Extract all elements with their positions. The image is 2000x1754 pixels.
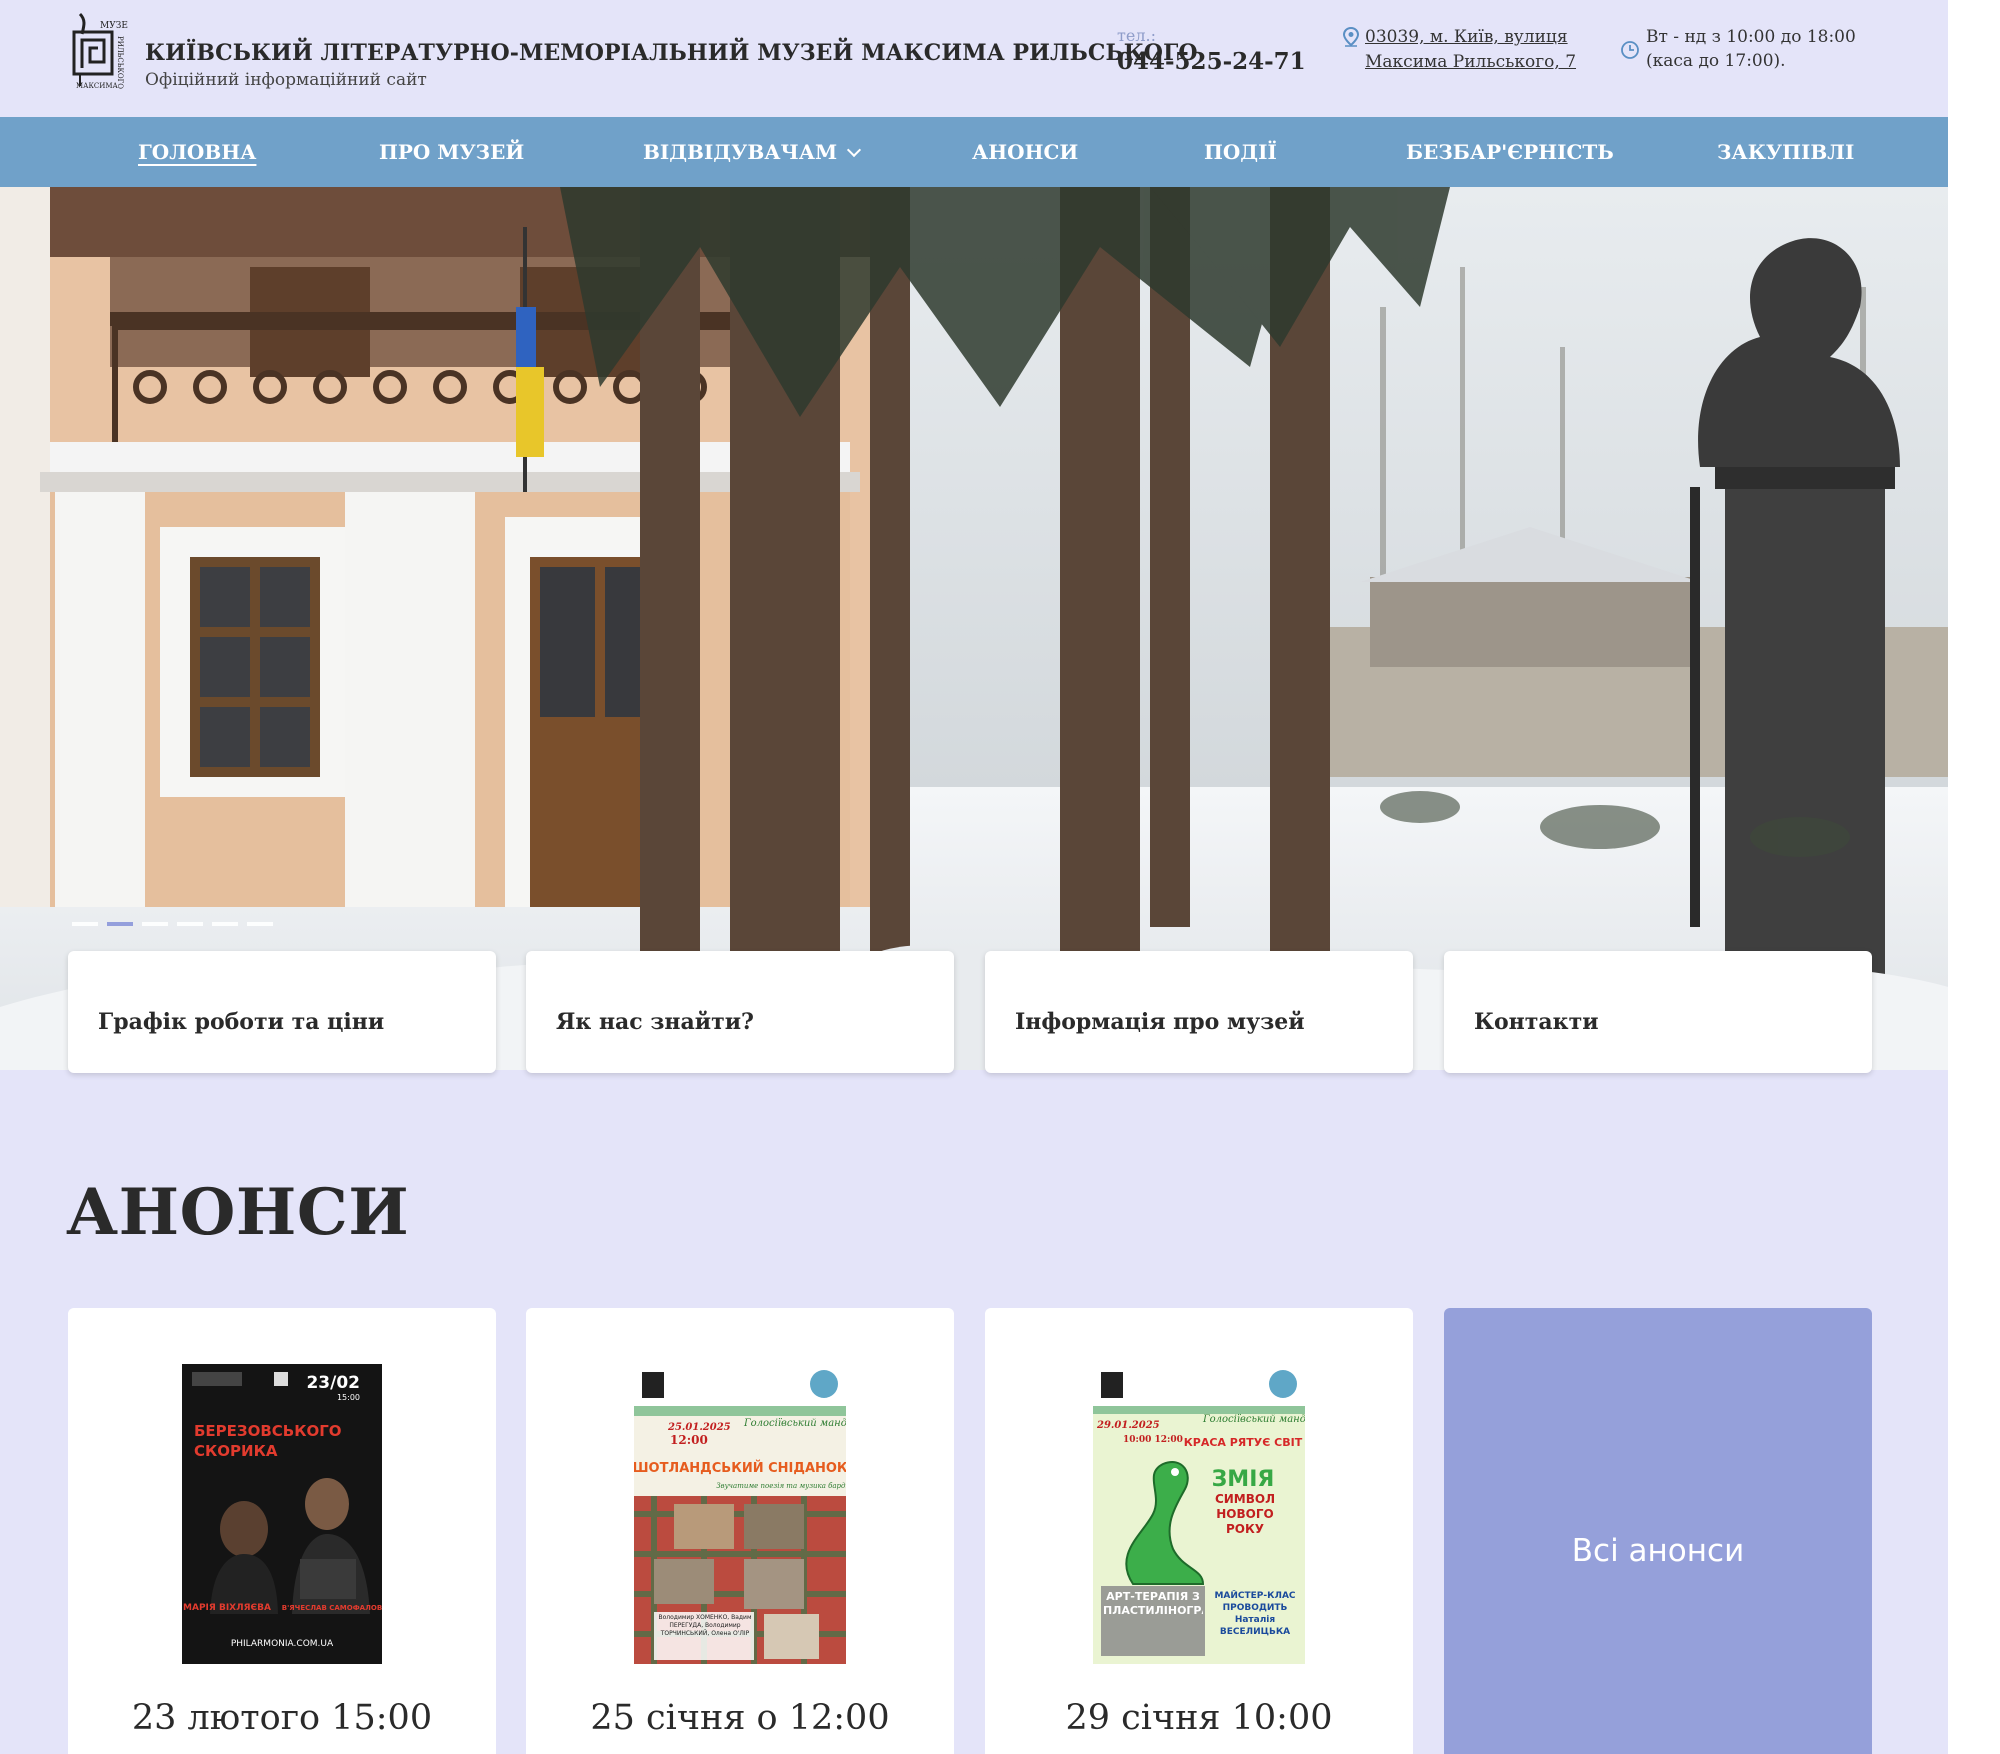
map-pin-icon <box>1342 27 1360 47</box>
poster1-person2: В'ЯЧЕСЛАВ САМОФАЛОВ <box>282 1604 382 1612</box>
site-subtitle: Офіційний інформаційний сайт <box>145 70 427 90</box>
poster2-sub: Звучатиме поезія та музика бардів <box>716 1482 846 1490</box>
svg-text:МАКСИМА: МАКСИМА <box>76 82 119 90</box>
opening-hours: Вт - нд з 10:00 до 18:00 (каса до 17:00)… <box>1646 25 1856 73</box>
quicklink-schedule-label: Графік роботи та ціни <box>98 1009 385 1035</box>
nav-item-visitors[interactable]: ВІДВІДУВАЧАМ <box>643 117 862 187</box>
quicklink-museum-info-label: Інформація про музей <box>1015 1009 1305 1035</box>
nav-item-accessibility[interactable]: БЕЗБАР'ЄРНІСТЬ <box>1406 117 1614 187</box>
announcement-poster-1: 23/02 15:00 БЕРЕЗОВСЬКОГО СКОРИКА МАРІЯ … <box>182 1364 382 1664</box>
event-poster-image: 25.01.2025 12:00 Голосіївський мандат ШО… <box>634 1364 846 1664</box>
hours-line-1: Вт - нд з 10:00 до 18:00 <box>1646 27 1856 47</box>
slider-dot-3[interactable] <box>142 922 168 926</box>
announcement-card-2[interactable]: 25.01.2025 12:00 Голосіївський мандат ШО… <box>526 1308 954 1754</box>
nav-item-home[interactable]: ГОЛОВНА <box>138 117 256 187</box>
page: МУЗЕЙ МАКСИМА РИЛЬСЬКОГО КИЇВСЬКИЙ ЛІТЕР… <box>0 0 1948 1754</box>
poster3-line4: АРТ-ТЕРАПІЯ З ПЛАСТИЛІНОГРАФІЇ <box>1103 1590 1203 1617</box>
poster2-names: Володимир ХОМЕНКО, Вадим ПЕРЕГУДА, Волод… <box>658 1614 752 1637</box>
poster3-header: Голосіївський мандат <box>1202 1414 1305 1425</box>
poster3-time: 10:00 12:00 <box>1123 1435 1183 1445</box>
svg-text:МУЗЕЙ: МУЗЕЙ <box>100 19 128 31</box>
poster1-name2: СКОРИКА <box>194 1442 278 1460</box>
slider-dot-1[interactable] <box>72 922 98 926</box>
announcement-date-3: 29 січня 10:00 <box>1065 1698 1333 1738</box>
quicklink-contacts-label: Контакти <box>1474 1009 1599 1035</box>
slider-dot-6[interactable] <box>247 922 273 926</box>
museum-logo[interactable]: МУЗЕЙ МАКСИМА РИЛЬСЬКОГО <box>72 12 136 90</box>
quicklink-contacts[interactable]: Контакти <box>1444 951 1872 1073</box>
poster3-line5: МАЙСТЕР-КЛАС ПРОВОДИТЬ Наталія ВЕСЕЛИЦЬК… <box>1214 1591 1296 1637</box>
phone-number[interactable]: 044-525-24-71 <box>1117 48 1306 75</box>
poster3-date: 29.01.2025 <box>1096 1420 1160 1431</box>
poster2-header: Голосіївський мандат <box>743 1418 846 1429</box>
nav-item-visitors-label: ВІДВІДУВАЧАМ <box>643 140 838 164</box>
announcements-title: АНОНСИ <box>66 1175 410 1250</box>
quicklink-directions[interactable]: Як нас знайти? <box>526 951 954 1073</box>
hero-image <box>0 187 1948 1070</box>
quicklink-museum-info[interactable]: Інформація про музей <box>985 951 1413 1073</box>
phone-label: тел.: <box>1117 26 1156 45</box>
announcement-card-1[interactable]: 23/02 15:00 БЕРЕЗОВСЬКОГО СКОРИКА МАРІЯ … <box>68 1308 496 1754</box>
address-line-1: 03039, м. Київ, вулиця <box>1365 27 1568 47</box>
page-scroll-gutter <box>1948 0 2000 1754</box>
poster2-date: 25.01.2025 <box>667 1422 731 1433</box>
poster3-line2: ЗМІЯ <box>1212 1467 1275 1492</box>
chevron-down-icon <box>847 142 862 158</box>
announcement-date-2: 25 січня о 12:00 <box>590 1698 890 1738</box>
poster3-line1: КРАСА РЯТУЄ СВІТ <box>1184 1436 1303 1449</box>
announcement-poster-3: 29.01.2025 10:00 12:00 Голосіївський ман… <box>1093 1364 1305 1664</box>
nav-item-events[interactable]: ПОДІЇ <box>1204 117 1277 187</box>
main-nav: ГОЛОВНА ПРО МУЗЕЙ ВІДВІДУВАЧАМ АНОНСИ ПО… <box>0 117 1948 187</box>
poster1-person1: МАРІЯ ВІХЛЯЄВА <box>183 1603 271 1613</box>
nav-item-procurement[interactable]: ЗАКУПІВЛІ <box>1717 117 1854 187</box>
slider-dot-4[interactable] <box>177 922 203 926</box>
all-announcements-label: Всі анонси <box>1571 1533 1745 1569</box>
poster3-line3: СИМВОЛ НОВОГО РОКУ <box>1214 1492 1276 1536</box>
site-header: МУЗЕЙ МАКСИМА РИЛЬСЬКОГО КИЇВСЬКИЙ ЛІТЕР… <box>0 0 1948 117</box>
concert-poster-image: 23/02 15:00 БЕРЕЗОВСЬКОГО СКОРИКА МАРІЯ … <box>182 1364 382 1664</box>
logo-icon: МУЗЕЙ МАКСИМА РИЛЬСЬКОГО <box>72 12 136 90</box>
slider-dot-5[interactable] <box>212 922 238 926</box>
address-line-2: Максима Рильського, 7 <box>1365 52 1577 72</box>
hours-line-2: (каса до 17:00). <box>1646 51 1786 71</box>
nav-item-announcements[interactable]: АНОНСИ <box>972 117 1078 187</box>
nav-item-about[interactable]: ПРО МУЗЕЙ <box>379 117 524 187</box>
site-title[interactable]: КИЇВСЬКИЙ ЛІТЕРАТУРНО-МЕМОРІАЛЬНИЙ МУЗЕЙ… <box>145 40 1198 66</box>
poster1-site: PHILARMONIA.COM.UA <box>231 1639 334 1649</box>
workshop-poster-image: 29.01.2025 10:00 12:00 Голосіївський ман… <box>1093 1364 1305 1664</box>
clock-icon <box>1621 41 1639 59</box>
svg-text:РИЛЬСЬКОГО: РИЛЬСЬКОГО <box>116 36 124 89</box>
hero-slider[interactable] <box>0 187 1948 1070</box>
poster2-time: 12:00 <box>670 1433 708 1447</box>
announcement-card-3[interactable]: 29.01.2025 10:00 12:00 Голосіївський ман… <box>985 1308 1413 1754</box>
slider-dot-2[interactable] <box>107 922 133 926</box>
poster1-name1: БЕРЕЗОВСЬКОГО <box>194 1422 342 1440</box>
poster2-title: ШОТЛАНДСЬКИЙ СНІДАНОК <box>634 1460 846 1476</box>
quicklink-schedule[interactable]: Графік роботи та ціни <box>68 951 496 1073</box>
all-announcements-button[interactable]: Всі анонси <box>1444 1308 1872 1754</box>
quicklink-directions-label: Як нас знайти? <box>556 1009 754 1035</box>
announcement-date-1: 23 лютого 15:00 <box>131 1698 433 1738</box>
poster1-date: 23/02 <box>306 1373 360 1393</box>
poster1-time: 15:00 <box>337 1393 360 1402</box>
announcement-poster-2: 25.01.2025 12:00 Голосіївський мандат ШО… <box>634 1364 846 1664</box>
address-link[interactable]: 03039, м. Київ, вулиця Максима Рильськог… <box>1365 25 1576 75</box>
